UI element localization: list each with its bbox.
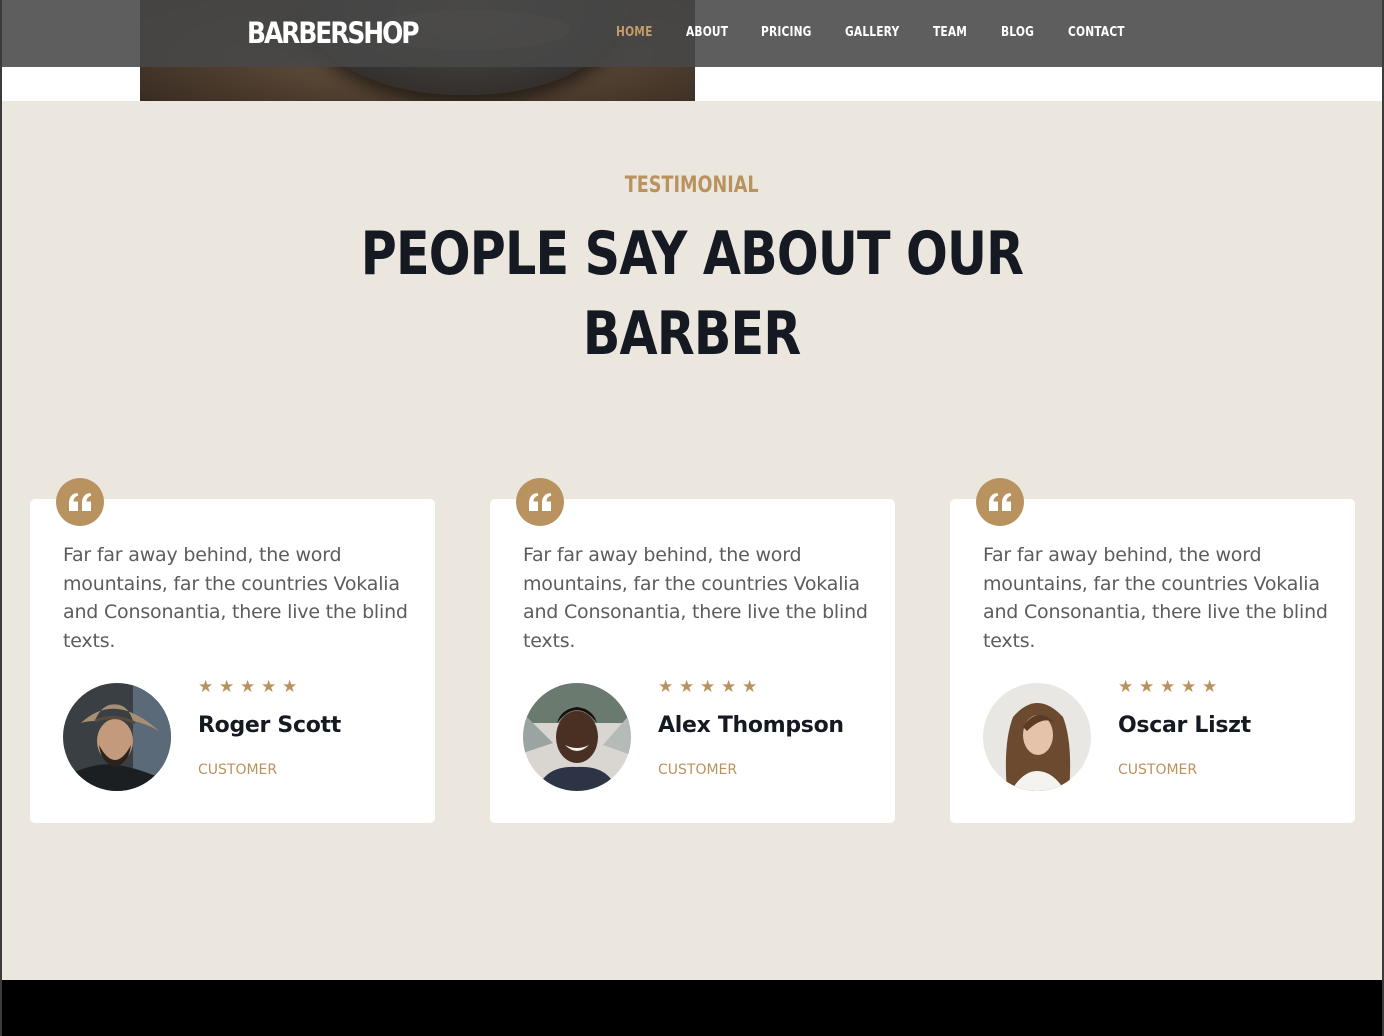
- nav-pricing[interactable]: PRICING: [761, 25, 812, 40]
- star-icon: ★: [261, 677, 277, 696]
- testimonial-card: Far far away behind, the word mountains,…: [30, 478, 435, 823]
- nav-gallery[interactable]: GALLERY: [845, 25, 899, 40]
- customer-name: Roger Scott: [198, 713, 341, 738]
- testimonial-section: TESTIMONIAL PEOPLE SAY ABOUT OUR BARBER …: [2, 101, 1382, 980]
- star-icon: ★: [198, 677, 214, 696]
- star-icon: ★: [700, 677, 716, 696]
- rating-stars: ★ ★ ★ ★ ★: [658, 677, 758, 696]
- navbar: BARBERSHOP HOME ABOUT PRICING GALLERY TE…: [2, 0, 1382, 67]
- quote-icon: [976, 478, 1024, 526]
- testimonial-card: Far far away behind, the word mountains,…: [950, 478, 1355, 823]
- testimonial-quote: Far far away behind, the word mountains,…: [983, 544, 1328, 652]
- customer-name: Alex Thompson: [658, 713, 844, 738]
- star-icon: ★: [1202, 677, 1218, 696]
- nav-contact[interactable]: CONTACT: [1068, 25, 1125, 40]
- avatar: [983, 683, 1091, 791]
- star-icon: ★: [1118, 677, 1134, 696]
- quote-icon: [516, 478, 564, 526]
- customer-role: CUSTOMER: [658, 762, 738, 778]
- star-icon: ★: [219, 677, 235, 696]
- brand-logo[interactable]: BARBERSHOP: [247, 16, 420, 50]
- star-icon: ★: [1160, 677, 1176, 696]
- rating-stars: ★ ★ ★ ★ ★: [1118, 677, 1218, 696]
- customer-role: CUSTOMER: [198, 762, 278, 778]
- star-icon: ★: [679, 677, 695, 696]
- star-icon: ★: [742, 677, 758, 696]
- customer-name: Oscar Liszt: [1118, 713, 1251, 738]
- star-icon: ★: [240, 677, 256, 696]
- star-icon: ★: [1139, 677, 1155, 696]
- star-icon: ★: [658, 677, 674, 696]
- star-icon: ★: [282, 677, 298, 696]
- avatar: [523, 683, 631, 791]
- footer: [0, 980, 1384, 1036]
- testimonial-card: Far far away behind, the word mountains,…: [490, 478, 895, 823]
- testimonial-quote: Far far away behind, the word mountains,…: [63, 544, 408, 652]
- avatar: [63, 683, 171, 791]
- rating-stars: ★ ★ ★ ★ ★: [198, 677, 298, 696]
- customer-role: CUSTOMER: [1118, 762, 1198, 778]
- star-icon: ★: [721, 677, 737, 696]
- section-eyebrow: TESTIMONIAL: [625, 173, 759, 198]
- testimonial-quote: Far far away behind, the word mountains,…: [523, 544, 868, 652]
- nav-home[interactable]: HOME: [616, 25, 653, 40]
- quote-icon: [56, 478, 104, 526]
- nav-team[interactable]: TEAM: [933, 25, 967, 40]
- nav-blog[interactable]: BLOG: [1001, 25, 1034, 40]
- star-icon: ★: [1181, 677, 1197, 696]
- nav-about[interactable]: ABOUT: [686, 25, 728, 40]
- section-title: PEOPLE SAY ABOUT OUR BARBER: [360, 219, 1024, 369]
